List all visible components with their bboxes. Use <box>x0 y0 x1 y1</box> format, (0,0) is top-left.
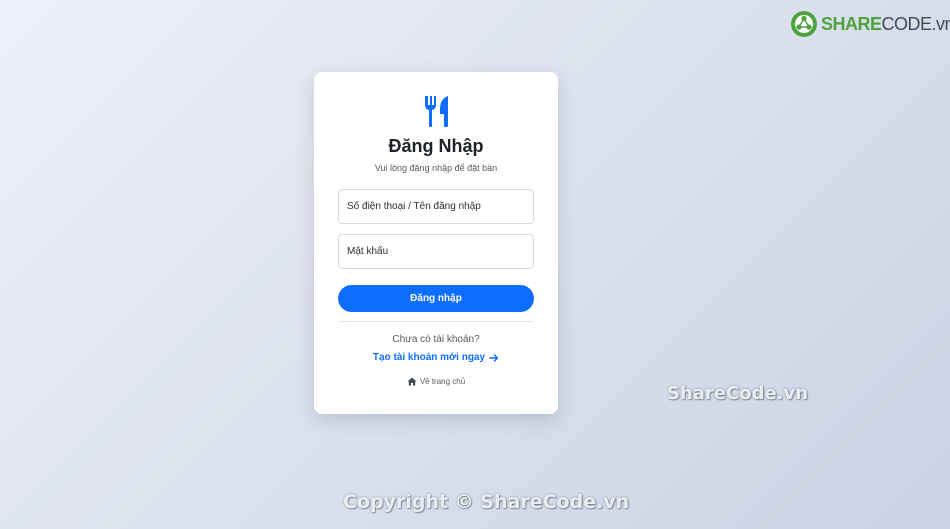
arrow-right-icon <box>489 353 499 362</box>
login-card: Đăng Nhập Vui lòng đăng nhập để đặt bàn … <box>314 72 558 414</box>
login-button[interactable]: Đăng nhập <box>338 285 534 312</box>
home-icon <box>407 377 417 386</box>
page-title: Đăng Nhập <box>388 136 484 156</box>
page-subtitle: Vui lòng đăng nhập để đặt bàn <box>374 163 498 173</box>
home-link-label: Về trang chủ <box>419 377 466 386</box>
divider <box>338 321 534 322</box>
phone-username-input[interactable] <box>338 189 534 224</box>
register-link-label: Tạo tài khoản mới ngay <box>372 352 486 363</box>
password-input[interactable] <box>338 234 534 269</box>
watermark-text: ShareCode.vn <box>667 383 809 404</box>
utensils-icon <box>425 96 448 127</box>
sharecode-logo: SHARECODE.vn <box>790 10 950 38</box>
sharecode-logo-icon <box>791 11 817 37</box>
sharecode-logo-text: SHARECODE.vn <box>821 14 950 34</box>
home-link[interactable]: Về trang chủ <box>314 377 558 386</box>
no-account-text: Chưa có tài khoản? <box>392 334 480 345</box>
register-link[interactable]: Tạo tài khoản mới ngay <box>314 352 558 363</box>
copyright-watermark: Copyright © ShareCode.vn <box>343 491 630 513</box>
